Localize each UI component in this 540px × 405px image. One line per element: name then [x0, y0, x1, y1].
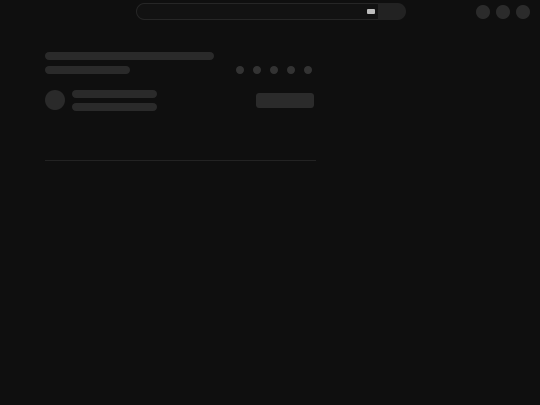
- subscribe-button[interactable]: [256, 93, 314, 108]
- search-button[interactable]: [378, 3, 406, 20]
- account-icon[interactable]: [516, 5, 530, 19]
- action-dot-icon[interactable]: [287, 66, 295, 74]
- create-icon[interactable]: [476, 5, 490, 19]
- avatar[interactable]: [45, 90, 65, 110]
- action-dot-icon[interactable]: [304, 66, 312, 74]
- title-skeleton: [45, 52, 214, 60]
- action-dot-icon[interactable]: [270, 66, 278, 74]
- notification-icon[interactable]: [496, 5, 510, 19]
- subtitle-skeleton: [45, 66, 130, 74]
- divider: [45, 160, 316, 161]
- channel-meta-skeleton: [72, 103, 157, 111]
- keyboard-icon[interactable]: [367, 9, 375, 14]
- action-dot-icon[interactable]: [253, 66, 261, 74]
- page: [0, 0, 540, 405]
- channel-name-skeleton: [72, 90, 157, 98]
- action-dot-icon[interactable]: [236, 66, 244, 74]
- search-input[interactable]: [136, 3, 378, 20]
